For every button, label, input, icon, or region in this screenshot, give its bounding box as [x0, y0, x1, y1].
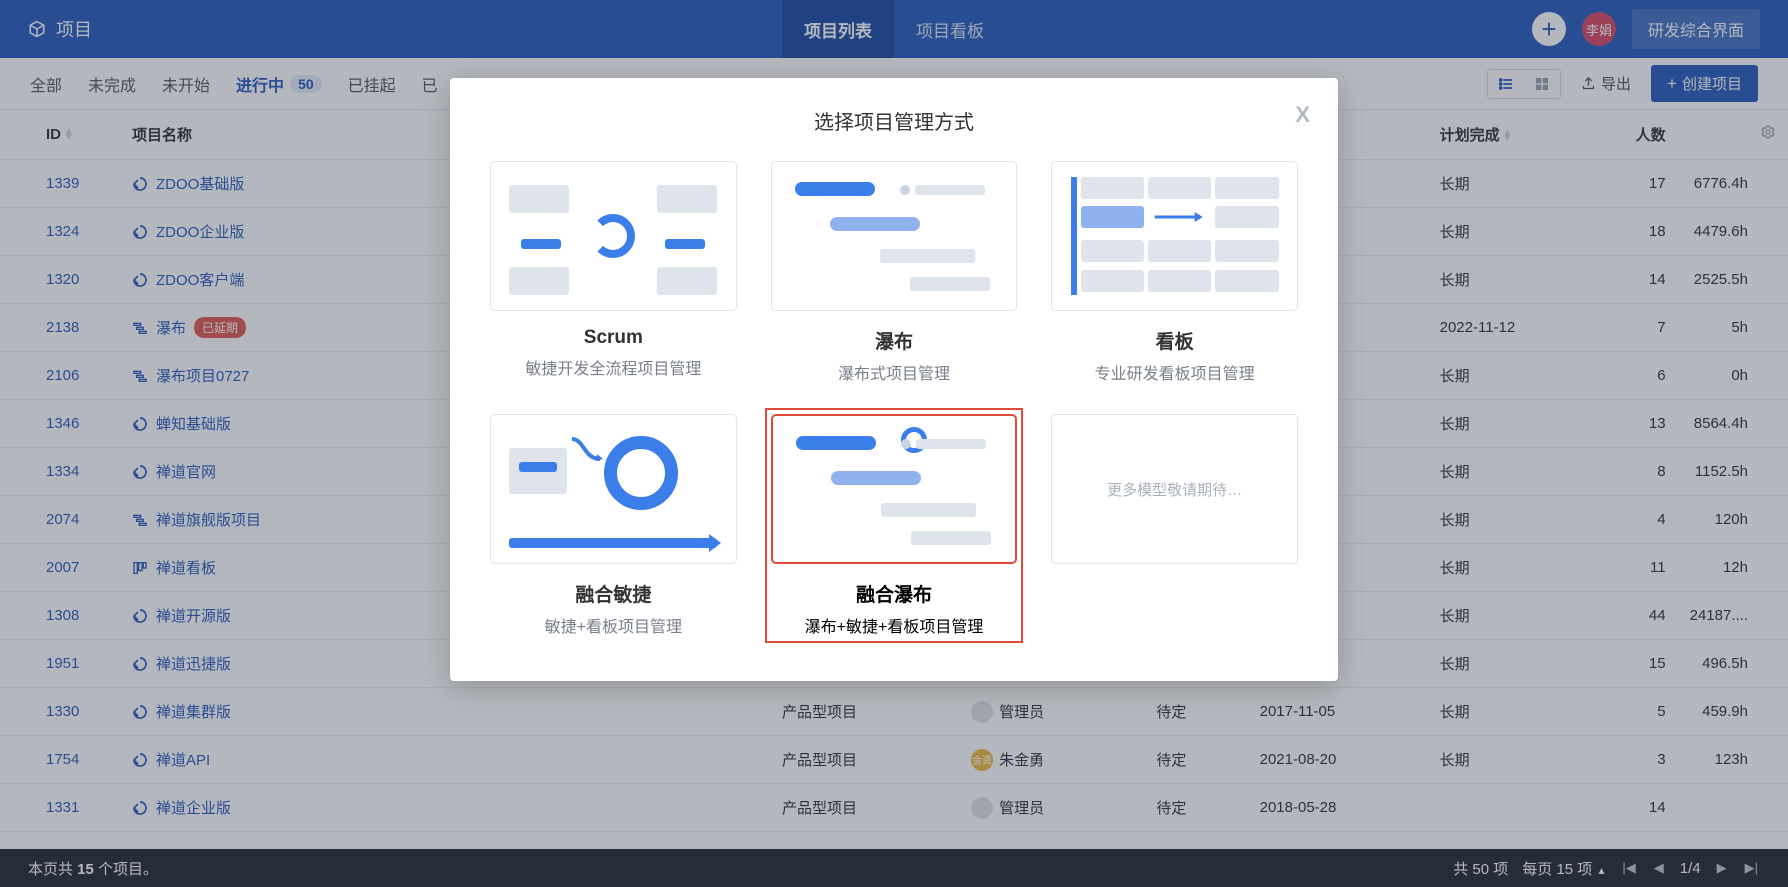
project-type-card-agile-mix[interactable]: 融合敏捷 敏捷+看板项目管理 [490, 414, 737, 637]
card-thumb [1051, 161, 1298, 311]
project-type-card-more: 更多模型敬请期待… [1051, 414, 1298, 637]
card-subtitle: 敏捷+看板项目管理 [490, 613, 737, 637]
project-type-card-waterfall[interactable]: 瀑布 瀑布式项目管理 [771, 161, 1018, 384]
card-thumb [490, 414, 737, 564]
card-subtitle: 瀑布+敏捷+看板项目管理 [771, 613, 1018, 637]
project-type-card-waterfall-mix[interactable]: 融合瀑布 瀑布+敏捷+看板项目管理 [771, 414, 1018, 637]
card-subtitle: 瀑布式项目管理 [771, 360, 1018, 384]
card-thumb [771, 161, 1018, 311]
card-title: 融合瀑布 [771, 580, 1018, 607]
modal-title: 选择项目管理方式 [490, 106, 1298, 135]
card-subtitle: 敏捷开发全流程项目管理 [490, 355, 737, 379]
card-subtitle: 专业研发看板项目管理 [1051, 360, 1298, 384]
card-title: 看板 [1051, 327, 1298, 354]
card-title: Scrum [490, 327, 737, 349]
card-title: 瀑布 [771, 327, 1018, 354]
project-type-card-kanban[interactable]: 看板 专业研发看板项目管理 [1051, 161, 1298, 384]
card-thumb [771, 414, 1018, 564]
close-icon[interactable]: X [1295, 102, 1310, 128]
project-type-card-scrum[interactable]: Scrum 敏捷开发全流程项目管理 [490, 161, 737, 384]
card-thumb [490, 161, 737, 311]
card-title: 融合敏捷 [490, 580, 737, 607]
project-type-modal: 选择项目管理方式 X Scrum 敏捷开发全流程项目管理 瀑布 瀑布式项目管理 … [450, 78, 1338, 681]
placeholder-text: 更多模型敬请期待… [1051, 414, 1298, 564]
